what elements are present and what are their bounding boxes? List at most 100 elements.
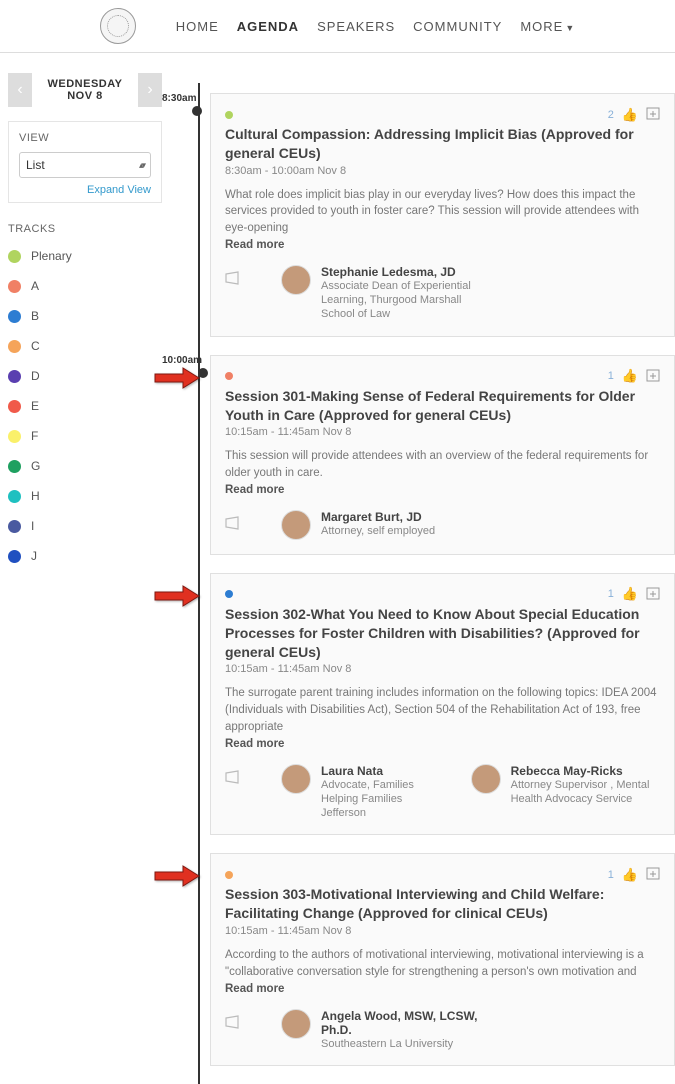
track-color-dot bbox=[8, 460, 21, 473]
current-date-label: WEDNESDAY NOV 8 bbox=[32, 78, 138, 102]
session-description: The surrogate parent training includes i… bbox=[225, 685, 660, 735]
main-timeline: 8:30am 2 👍 Cultural Compassion: Addressi… bbox=[170, 73, 675, 1084]
add-to-schedule-icon[interactable] bbox=[646, 368, 660, 385]
session-time: 10:15am - 11:45am Nov 8 bbox=[225, 663, 660, 675]
time-marker: 8:30am bbox=[162, 93, 196, 116]
add-to-schedule-icon[interactable] bbox=[646, 106, 660, 123]
view-panel-title: VIEW bbox=[19, 132, 151, 144]
callout-arrow-icon bbox=[153, 584, 201, 608]
speaker[interactable]: Margaret Burt, JDAttorney, self employed bbox=[281, 510, 435, 540]
session-time: 10:15am - 11:45am Nov 8 bbox=[225, 925, 660, 937]
session-track-dot bbox=[225, 372, 233, 380]
thumbs-up-icon[interactable]: 👍 bbox=[622, 867, 638, 883]
avatar bbox=[281, 1009, 311, 1039]
track-color-dot bbox=[8, 490, 21, 503]
track-color-dot bbox=[8, 520, 21, 533]
presentation-icon bbox=[225, 516, 243, 533]
presentation-icon bbox=[225, 770, 243, 787]
add-to-schedule-icon[interactable] bbox=[646, 586, 660, 603]
nav-speakers[interactable]: SPEAKERS bbox=[317, 19, 395, 34]
avatar bbox=[281, 764, 311, 794]
read-more-link[interactable]: Read more bbox=[225, 983, 660, 995]
likes-count: 1 bbox=[608, 370, 614, 382]
thumbs-up-icon[interactable]: 👍 bbox=[622, 586, 638, 602]
track-color-dot bbox=[8, 250, 21, 263]
prev-day-button[interactable]: ‹ bbox=[8, 73, 32, 107]
time-marker-label: 8:30am bbox=[162, 93, 196, 104]
track-item[interactable]: E bbox=[8, 399, 162, 413]
speaker[interactable]: Laura NataAdvocate, Families Helping Fam… bbox=[281, 764, 447, 821]
session-title[interactable]: Session 301-Making Sense of Federal Requ… bbox=[225, 387, 660, 425]
session-title[interactable]: Cultural Compassion: Addressing Implicit… bbox=[225, 125, 660, 163]
track-item[interactable]: I bbox=[8, 519, 162, 533]
presentation-icon bbox=[225, 271, 243, 288]
speaker[interactable]: Rebecca May-RicksAttorney Supervisor , M… bbox=[471, 764, 660, 807]
track-color-dot bbox=[8, 400, 21, 413]
session-header: 1 👍 bbox=[225, 368, 660, 385]
track-label: D bbox=[31, 369, 40, 383]
read-more-link[interactable]: Read more bbox=[225, 484, 660, 496]
session-track-dot bbox=[225, 871, 233, 879]
add-to-schedule-icon[interactable] bbox=[646, 866, 660, 883]
session-card: 1 👍 Session 303-Motivational Interviewin… bbox=[210, 853, 675, 1065]
speaker-name: Stephanie Ledesma, JD bbox=[321, 265, 481, 279]
session-header: 1 👍 bbox=[225, 586, 660, 603]
read-more-link[interactable]: Read more bbox=[225, 738, 660, 750]
speaker-role: Associate Dean of Experiential Learning,… bbox=[321, 279, 481, 322]
read-more-link[interactable]: Read more bbox=[225, 239, 660, 251]
session-description: This session will provide attendees with… bbox=[225, 448, 660, 481]
track-item[interactable]: B bbox=[8, 309, 162, 323]
track-label: I bbox=[31, 519, 34, 533]
track-label: C bbox=[31, 339, 40, 353]
expand-view-link[interactable]: Expand View bbox=[19, 184, 151, 196]
avatar bbox=[281, 265, 311, 295]
thumbs-up-icon[interactable]: 👍 bbox=[622, 107, 638, 123]
likes-count: 1 bbox=[608, 869, 614, 881]
thumbs-up-icon[interactable]: 👍 bbox=[622, 368, 638, 384]
track-item[interactable]: J bbox=[8, 549, 162, 563]
track-item[interactable]: G bbox=[8, 459, 162, 473]
speaker-name: Laura Nata bbox=[321, 764, 447, 778]
track-item[interactable]: D bbox=[8, 369, 162, 383]
view-panel: VIEW List ▴▾ Expand View bbox=[8, 121, 162, 203]
date-navigator: ‹ WEDNESDAY NOV 8 › bbox=[8, 73, 162, 107]
view-select[interactable]: List ▴▾ bbox=[19, 152, 151, 178]
callout-arrow-icon bbox=[153, 366, 201, 390]
session-time: 10:15am - 11:45am Nov 8 bbox=[225, 426, 660, 438]
track-item[interactable]: H bbox=[8, 489, 162, 503]
track-item[interactable]: F bbox=[8, 429, 162, 443]
chevron-down-icon: ▼ bbox=[565, 23, 575, 33]
view-select-value: List bbox=[26, 158, 45, 172]
site-logo bbox=[100, 8, 136, 44]
likes-count: 1 bbox=[608, 588, 614, 600]
track-label: E bbox=[31, 399, 39, 413]
nav-agenda[interactable]: AGENDA bbox=[237, 19, 299, 34]
tracks-heading: TRACKS bbox=[8, 223, 162, 235]
speaker[interactable]: Angela Wood, MSW, LCSW, Ph.D.Southeaster… bbox=[281, 1009, 481, 1051]
session-track-dot bbox=[225, 111, 233, 119]
track-label: H bbox=[31, 489, 40, 503]
track-label: J bbox=[31, 549, 37, 563]
speakers-row: Laura NataAdvocate, Families Helping Fam… bbox=[225, 764, 660, 821]
session-description: According to the authors of motivational… bbox=[225, 947, 660, 980]
track-item[interactable]: C bbox=[8, 339, 162, 353]
next-day-button[interactable]: › bbox=[138, 73, 162, 107]
session-track-dot bbox=[225, 590, 233, 598]
nav-home[interactable]: HOME bbox=[176, 19, 219, 34]
avatar bbox=[281, 510, 311, 540]
session-title[interactable]: Session 302-What You Need to Know About … bbox=[225, 605, 660, 662]
speakers-row: Stephanie Ledesma, JDAssociate Dean of E… bbox=[225, 265, 660, 322]
likes-count: 2 bbox=[608, 109, 614, 121]
nav-community[interactable]: COMMUNITY bbox=[413, 19, 502, 34]
main-nav: HOME AGENDA SPEAKERS COMMUNITY MORE▼ bbox=[176, 19, 576, 34]
speaker[interactable]: Stephanie Ledesma, JDAssociate Dean of E… bbox=[281, 265, 481, 322]
time-marker-dot bbox=[192, 106, 202, 116]
track-item[interactable]: A bbox=[8, 279, 162, 293]
track-item[interactable]: Plenary bbox=[8, 249, 162, 263]
nav-more[interactable]: MORE▼ bbox=[520, 19, 575, 34]
track-color-dot bbox=[8, 340, 21, 353]
session-title[interactable]: Session 303-Motivational Interviewing an… bbox=[225, 885, 660, 923]
track-color-dot bbox=[8, 430, 21, 443]
session-time: 8:30am - 10:00am Nov 8 bbox=[225, 165, 660, 177]
session-card: 2 👍 Cultural Compassion: Addressing Impl… bbox=[210, 93, 675, 337]
